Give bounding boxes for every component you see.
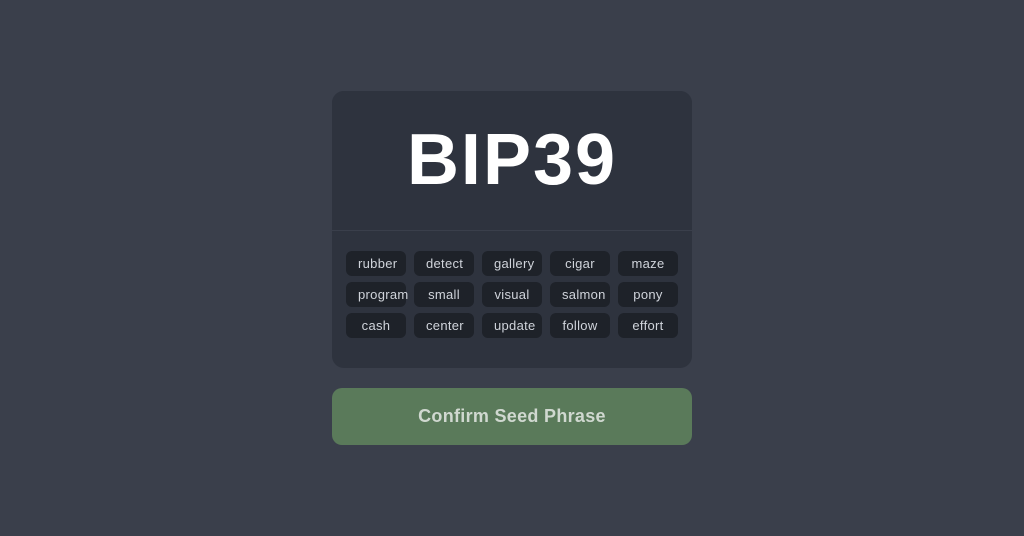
seed-word-cash: cash [346,313,406,338]
seed-word-maze: maze [618,251,678,276]
seed-word-cigar: cigar [550,251,610,276]
seed-word-follow: follow [550,313,610,338]
seed-word-detect: detect [414,251,474,276]
seed-word-effort: effort [618,313,678,338]
seed-word-visual: visual [482,282,542,307]
seed-word-update: update [482,313,542,338]
confirm-seed-phrase-button[interactable]: Confirm Seed Phrase [332,388,692,445]
bip-title-area: BIP39 [332,91,692,231]
seed-word-program: program [346,282,406,307]
seed-word-pony: pony [618,282,678,307]
seed-word-salmon: salmon [550,282,610,307]
bip-card: BIP39 rubber detect gallery cigar maze p… [332,91,692,368]
seed-word-gallery: gallery [482,251,542,276]
bip-title: BIP39 [352,121,672,200]
seed-word-small: small [414,282,474,307]
seed-word-rubber: rubber [346,251,406,276]
seed-row-1: rubber detect gallery cigar maze [352,251,672,276]
seed-row-3: cash center update follow effort [352,313,672,338]
main-container: BIP39 rubber detect gallery cigar maze p… [332,91,692,445]
seed-word-center: center [414,313,474,338]
seed-row-2: program small visual salmon pony [352,282,672,307]
seed-words-area: rubber detect gallery cigar maze program… [332,231,692,348]
